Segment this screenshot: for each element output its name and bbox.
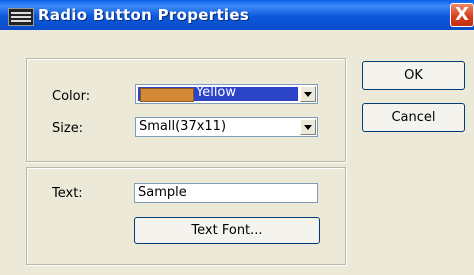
cancel-button[interactable]: Cancel — [362, 103, 465, 132]
text-group — [26, 167, 346, 265]
color-value: Yellow — [196, 85, 237, 100]
text-input-value: Sample — [138, 185, 187, 200]
size-dropdown[interactable]: Small(37x11) — [135, 117, 318, 137]
color-label: Color: — [52, 89, 91, 104]
window-title: Radio Button Properties — [38, 6, 250, 24]
text-input[interactable]: Sample — [134, 183, 318, 203]
appearance-group — [26, 58, 346, 162]
text-label: Text: — [52, 186, 83, 201]
title-bar[interactable]: Radio Button Properties X — [0, 0, 474, 30]
app-icon — [8, 8, 34, 26]
close-button[interactable]: X — [450, 3, 474, 27]
color-swatch — [140, 88, 194, 102]
chevron-down-icon[interactable] — [300, 86, 316, 102]
size-value: Small(37x11) — [139, 119, 227, 134]
color-dropdown[interactable]: Yellow — [135, 84, 318, 104]
ok-button[interactable]: OK — [362, 61, 465, 90]
text-font-button[interactable]: Text Font... — [134, 217, 320, 244]
size-label: Size: — [52, 121, 84, 136]
chevron-down-icon[interactable] — [300, 119, 316, 135]
